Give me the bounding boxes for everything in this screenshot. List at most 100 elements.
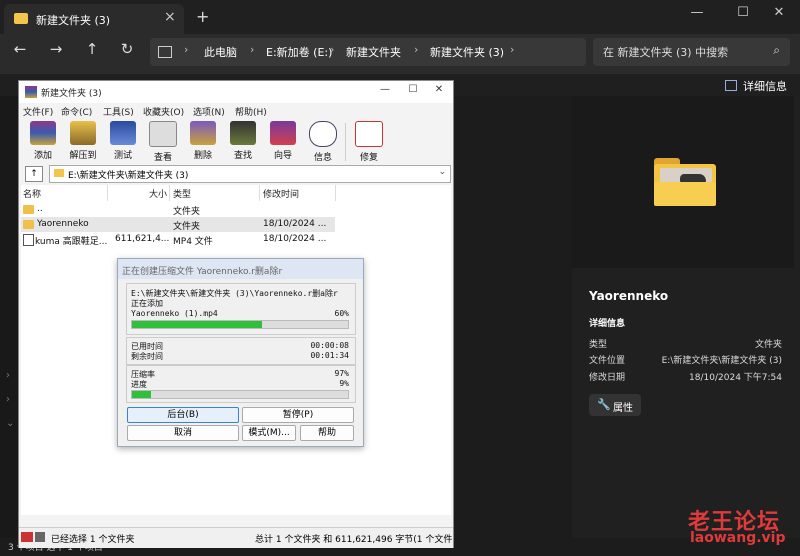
repair-medkit-icon <box>355 121 383 147</box>
folder-preview-icon <box>654 158 716 206</box>
total-status: 总计 1 个文件夹 和 611,621,496 字节(1 个文件 <box>255 535 453 545</box>
info-icon <box>309 121 337 147</box>
row-name: Yaorenneko <box>37 219 89 229</box>
maximize-button[interactable]: ☐ <box>728 5 758 20</box>
winrar-maximize-button[interactable]: ☐ <box>401 84 425 95</box>
overall-group: 压缩率 97% 进度 9% <box>126 365 356 403</box>
menu-options[interactable]: 选项(N) <box>193 105 225 118</box>
remaining-label: 剩余时间 <box>131 352 163 361</box>
help-button[interactable]: 帮助 <box>300 425 354 441</box>
tab-folder[interactable]: 新建文件夹 (3) × <box>4 4 184 34</box>
search-placeholder: 在 新建文件夹 (3) 中搜索 <box>603 46 729 59</box>
minimize-button[interactable]: — <box>682 5 712 20</box>
winrar-logo-icon <box>25 86 37 98</box>
add-archive-icon <box>30 121 56 145</box>
close-button[interactable]: ✕ <box>764 5 794 20</box>
compression-progress-dialog: 正在创建压缩文件 Yaorenneko.r删a除r E:\新建文件夹\新建文件夹… <box>117 258 364 447</box>
chevron-right-icon[interactable]: › <box>6 370 10 381</box>
search-box[interactable]: 在 新建文件夹 (3) 中搜索 ⌕ <box>593 38 790 66</box>
cancel-button[interactable]: 取消 <box>127 425 239 441</box>
info-button[interactable]: 信息 <box>305 121 341 163</box>
row-type: 文件夹 <box>173 222 201 232</box>
current-file-group: E:\新建文件夹\新建文件夹 (3)\Yaorenneko.r删a除r 正在添加… <box>126 283 356 335</box>
menu-help[interactable]: 帮助(H) <box>235 105 267 118</box>
test-button[interactable]: 测试 <box>105 121 141 163</box>
row-modified: 18/10/2024 ... <box>263 219 327 229</box>
find-button[interactable]: 查找 <box>225 121 261 163</box>
winrar-menubar: 文件(F) 命令(C) 工具(S) 收藏夹(O) 选项(N) 帮助(H) <box>19 103 453 119</box>
up-folder-button[interactable]: ↑ <box>25 166 43 182</box>
test-book-icon <box>110 121 136 145</box>
add-button[interactable]: 添加 <box>25 121 61 163</box>
ratio-value: 97% <box>334 369 349 378</box>
new-tab-button[interactable]: + <box>196 7 209 26</box>
back-button[interactable]: ← <box>8 40 32 58</box>
tab-close-button[interactable]: × <box>164 9 176 25</box>
details-pane-label: 详细信息 <box>743 80 787 93</box>
background-button[interactable]: 后台(B) <box>127 407 239 423</box>
chevron-right-icon[interactable]: › <box>6 394 10 405</box>
delete-button[interactable]: 删除 <box>185 121 221 163</box>
winrar-toolbar: 添加 解压到 测试 查看 删除 查找 向导 信息 修复 <box>19 119 453 165</box>
details-item-name: Yaorenneko <box>589 289 669 303</box>
delete-trash-icon <box>190 121 216 145</box>
refresh-button[interactable]: ↻ <box>115 40 139 58</box>
property-value: 18/10/2024 下午7:54 <box>689 373 782 383</box>
breadcrumb-separator: › <box>510 43 515 56</box>
winrar-path-bar: ↑ E:\新建文件夹\新建文件夹 (3) ⌄ <box>21 165 451 183</box>
add-label: 添加 <box>33 151 52 161</box>
forward-button[interactable]: → <box>44 40 68 58</box>
properties-button[interactable]: 🔧 属性 <box>589 394 641 416</box>
extract-to-button[interactable]: 解压到 <box>65 121 101 163</box>
breadcrumb-item[interactable]: E:新加卷 (E:) <box>266 44 332 60</box>
details-pane-button[interactable]: 详细信息 <box>725 78 787 94</box>
find-label: 查找 <box>233 151 252 161</box>
mode-button[interactable]: 模式(M)... <box>242 425 296 441</box>
column-name[interactable]: 名称 <box>23 187 41 200</box>
column-type[interactable]: 类型 <box>173 187 191 200</box>
up-button[interactable]: ↑ <box>80 40 104 58</box>
path-field[interactable]: E:\新建文件夹\新建文件夹 (3) ⌄ <box>49 165 451 183</box>
column-modified[interactable]: 修改时间 <box>263 187 299 200</box>
view-button[interactable]: 查看 <box>145 121 181 163</box>
breadcrumb-item[interactable]: 新建文件夹 <box>346 44 401 60</box>
video-file-icon <box>23 234 34 246</box>
selection-status: 已经选择 1 个文件夹 <box>51 535 135 545</box>
breadcrumb-item[interactable]: 此电脑 <box>204 44 237 60</box>
pause-button[interactable]: 暂停(P) <box>242 407 354 423</box>
dialog-title: 正在创建压缩文件 Yaorenneko.r删a除r <box>122 267 283 277</box>
chevron-down-icon[interactable]: ⌄ <box>6 418 14 429</box>
details-pane-icon <box>725 80 737 91</box>
breadcrumb-item[interactable]: 新建文件夹 (3) <box>430 44 504 60</box>
chevron-down-icon[interactable]: ⌄ <box>438 167 446 177</box>
table-row[interactable]: .. 文件夹 <box>21 202 335 217</box>
winrar-minimize-button[interactable]: — <box>373 84 397 95</box>
table-row[interactable]: kuma 高跟鞋足... 611,621,4... MP4 文件 18/10/2… <box>21 232 335 247</box>
view-label: 查看 <box>153 153 172 163</box>
address-bar[interactable]: › 此电脑 › E:新加卷 (E:) › 新建文件夹 › 新建文件夹 (3) › <box>150 38 586 66</box>
breadcrumb-separator: › <box>414 43 419 56</box>
menu-file[interactable]: 文件(F) <box>23 105 53 118</box>
winrar-titlebar: 新建文件夹 (3) — ☐ ✕ <box>19 81 453 103</box>
column-divider <box>169 185 170 201</box>
column-size[interactable]: 大小 <box>149 187 167 200</box>
folder-icon <box>54 169 64 177</box>
property-value: E:\新建文件夹\新建文件夹 (3) <box>661 356 782 366</box>
find-binoculars-icon <box>230 121 256 145</box>
column-divider <box>335 185 336 201</box>
tab-title: 新建文件夹 (3) <box>36 14 111 27</box>
elapsed-value: 00:00:08 <box>310 341 349 350</box>
row-size: 611,621,4... <box>115 234 169 244</box>
key-icon <box>21 532 33 542</box>
menu-favorites[interactable]: 收藏夹(O) <box>143 105 184 118</box>
computer-icon <box>158 46 172 58</box>
toolbar-divider <box>345 123 346 161</box>
wizard-button[interactable]: 向导 <box>265 121 301 163</box>
progress-label: 进度 <box>131 380 147 389</box>
table-row-selected[interactable]: Yaorenneko 文件夹 18/10/2024 ... <box>21 217 335 232</box>
menu-tools[interactable]: 工具(S) <box>103 105 134 118</box>
menu-command[interactable]: 命令(C) <box>61 105 92 118</box>
winrar-close-button[interactable]: ✕ <box>427 84 451 95</box>
navigation-pane <box>0 96 18 556</box>
repair-button[interactable]: 修复 <box>351 121 387 163</box>
